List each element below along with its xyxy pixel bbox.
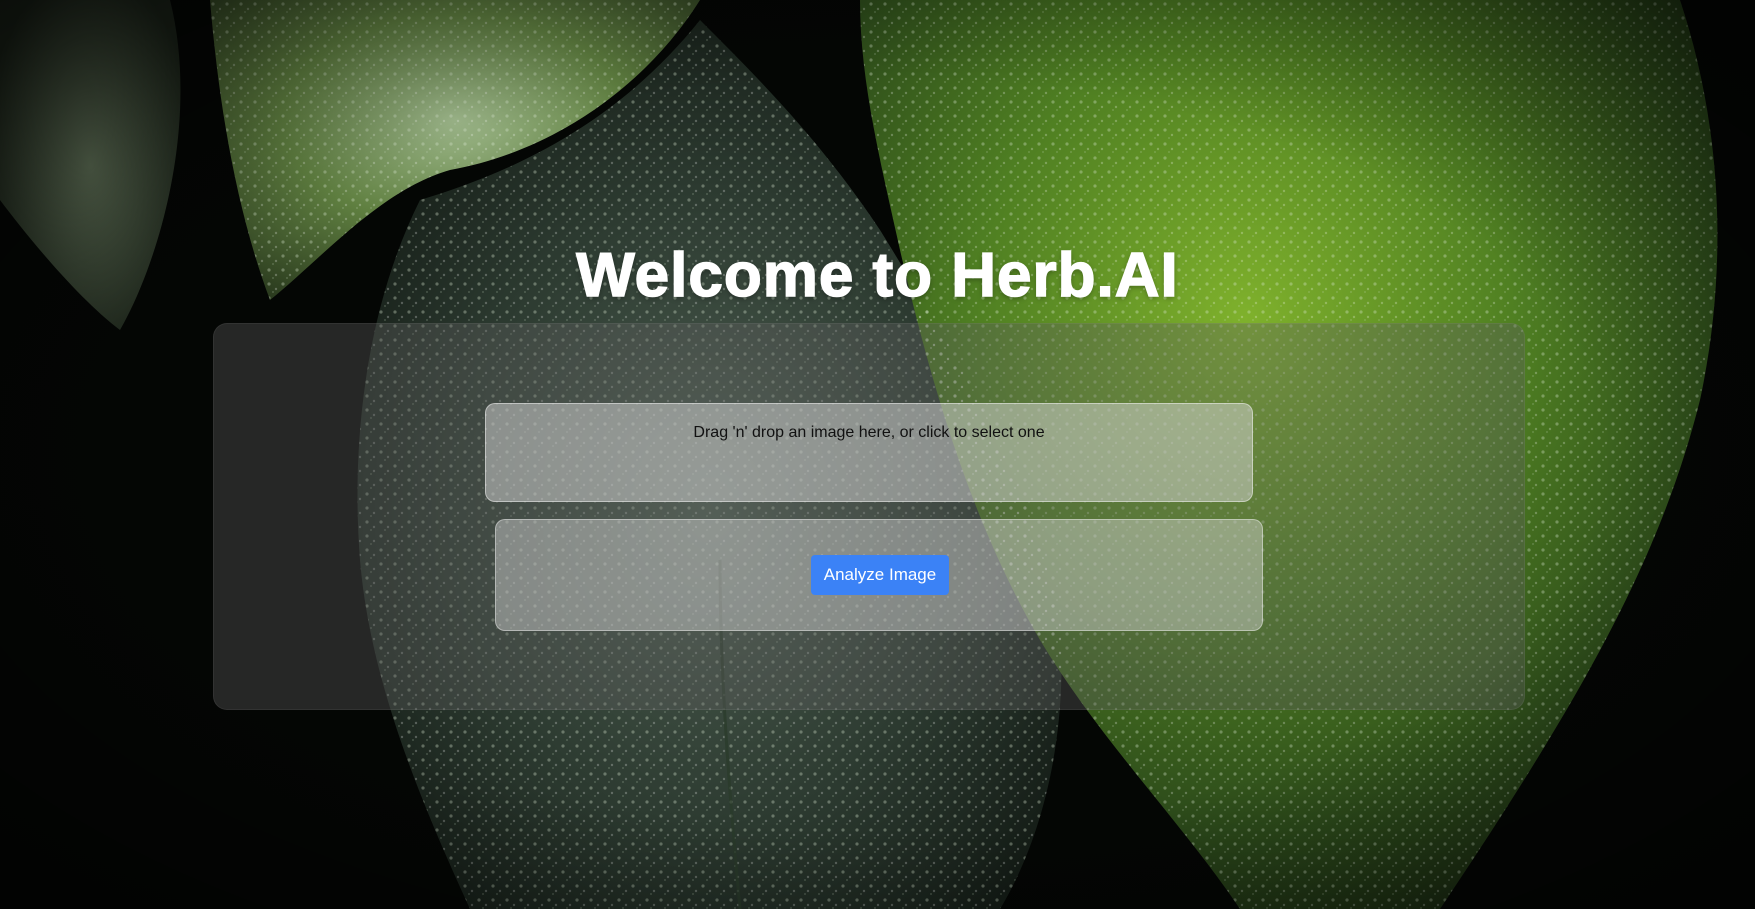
page: Welcome to Herb.AI Drag 'n' drop an imag… xyxy=(0,0,1755,909)
upload-panel xyxy=(213,323,1525,710)
image-dropzone[interactable]: Drag 'n' drop an image here, or click to… xyxy=(485,403,1253,502)
analyze-image-button[interactable]: Analyze Image xyxy=(811,555,949,595)
analyze-container: Analyze Image xyxy=(495,519,1263,631)
page-title: Welcome to Herb.AI xyxy=(575,240,1179,311)
dropzone-label: Drag 'n' drop an image here, or click to… xyxy=(693,424,1045,441)
